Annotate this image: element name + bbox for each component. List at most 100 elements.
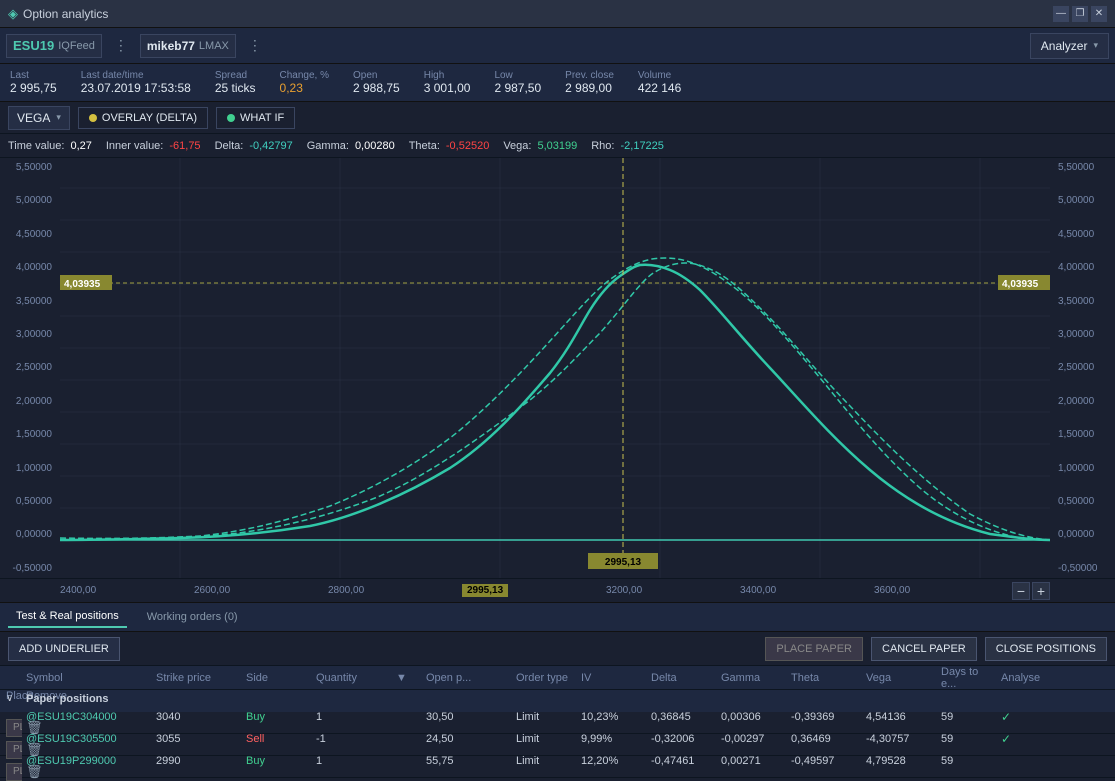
y-right-350: 3,50000 [1054,296,1115,307]
col-filter[interactable]: ▼ [392,672,422,684]
tab-test-real-positions[interactable]: Test & Real positions [8,606,127,628]
app-title: Option analytics [23,7,1053,21]
table-row: @ESU19C305500 3055 Sell -1 24,50 Limit 9… [0,734,1115,756]
account-menu-button[interactable]: ⋮ [244,35,266,56]
row1-theta: 0,36469 [787,733,862,745]
x-label-3200: 3200,00 [606,585,642,596]
low-quote: Low 2 987,50 [494,70,541,95]
broker-text: LMAX [199,40,229,52]
y-label-150: 1,50000 [0,429,56,440]
svg-text:4,03935: 4,03935 [64,279,101,290]
row0-theta: -0,39369 [787,711,862,723]
action-buttons-bar: ADD UNDERLIER PLACE PAPER CANCEL PAPER C… [0,632,1115,666]
trash-icon[interactable]: 🗑 [26,764,43,779]
row0-iv: 10,23% [577,711,647,723]
analyzer-label: Analyzer [1041,39,1088,53]
row1-strike: 3055 [152,733,242,745]
change-value: 0,23 [280,81,329,95]
datetime-value: 23.07.2019 17:53:58 [81,81,191,95]
col-gamma: Gamma [717,672,787,684]
chart-canvas[interactable]: 2995,13 4,03935 4,03935 [60,158,1050,578]
table-row: @ESU19P299000 2990 Buy 1 55,75 Limit 12,… [0,756,1115,778]
zoom-in-button[interactable]: + [1032,582,1050,600]
vega-selector[interactable]: VEGA ▾ [8,106,70,130]
y-right-450: 4,50000 [1054,229,1115,240]
y-label-050: 0,50000 [0,496,56,507]
table-header: Symbol Strike price Side Quantity ▼ Open… [0,666,1115,690]
top-bar: ESU19 IQFeed ⋮ mikeb77 LMAX ⋮ Analyzer ▾ [0,28,1115,64]
row0-vega: 4,54136 [862,711,937,723]
last-label: Last [10,70,57,81]
row1-iv: 9,99% [577,733,647,745]
row2-place[interactable]: PLACE [2,763,22,781]
y-right-000: 0,00000 [1054,529,1115,540]
datetime-quote: Last date/time 23.07.2019 17:53:58 [81,70,191,95]
row2-theta: -0,49597 [787,755,862,767]
row0-place-button[interactable]: PLACE [6,719,22,737]
row0-gamma: 0,00306 [717,711,787,723]
row2-remove[interactable]: 🗑 [22,764,152,780]
whatif-label: WHAT IF [240,112,284,124]
x-label-3400: 3400,00 [740,585,776,596]
account-text: mikeb77 [147,39,195,53]
col-qty: Quantity [312,672,392,684]
y-right-050: 0,50000 [1054,496,1115,507]
zoom-out-button[interactable]: − [1012,582,1030,600]
row1-side: Sell [242,733,312,745]
overlay-delta-toggle[interactable]: OVERLAY (DELTA) [78,107,208,129]
symbol-selector[interactable]: ESU19 IQFeed [6,34,102,58]
low-label: Low [494,70,541,81]
cancel-paper-button[interactable]: CANCEL PAPER [871,637,977,661]
close-positions-button[interactable]: CLOSE POSITIONS [985,637,1107,661]
symbol-menu-button[interactable]: ⋮ [110,35,132,56]
open-quote: Open 2 988,75 [353,70,400,95]
place-paper-button: PLACE PAPER [765,637,863,661]
row0-days: 59 [937,711,997,723]
checkmark-icon: ✓ [1001,710,1011,724]
row0-ordertype: Limit [512,711,577,723]
y-right-200: 2,00000 [1054,396,1115,407]
tab-working-orders[interactable]: Working orders (0) [139,607,246,627]
row2-days: 59 [937,755,997,767]
analyzer-selector[interactable]: Analyzer ▾ [1030,33,1109,59]
row1-place-button[interactable]: PLACE [6,741,22,759]
x-label-3600: 3600,00 [874,585,910,596]
y-right-300: 3,00000 [1054,329,1115,340]
row0-place[interactable]: PLACE [2,719,22,737]
timevalue-label: Time value: [8,140,64,152]
change-quote: Change, % 0,23 [280,70,329,95]
row1-days: 59 [937,733,997,745]
chart-svg: 2995,13 4,03935 4,03935 [60,158,1050,578]
y-label-400: 4,00000 [0,262,56,273]
add-underlier-button[interactable]: ADD UNDERLIER [8,637,120,661]
restore-button[interactable]: ❐ [1072,6,1088,22]
col-openp: Open p... [422,672,512,684]
y-right-550: 5,50000 [1054,162,1115,173]
open-label: Open [353,70,400,81]
whatif-dot-icon [227,114,235,122]
title-bar: ◈ Option analytics — ❐ ✕ [0,0,1115,28]
close-button[interactable]: ✕ [1091,6,1107,22]
y-label-n050: -0,50000 [0,563,56,574]
y-label-000: 0,00000 [0,529,56,540]
last-quote: Last 2 995,75 [10,70,57,95]
y-label-550: 5,50000 [0,162,56,173]
account-selector[interactable]: mikeb77 LMAX [140,34,236,58]
row0-qty: 1 [312,711,392,723]
row1-place[interactable]: PLACE [2,741,22,759]
minimize-button[interactable]: — [1053,6,1069,22]
x-label-2800: 2800,00 [328,585,364,596]
x-label-cursor: 2995,13 [462,584,508,597]
whatif-toggle[interactable]: WHAT IF [216,107,295,129]
positions-tabs-bar: Test & Real positions Working orders (0) [0,602,1115,632]
open-value: 2 988,75 [353,81,400,95]
row2-place-button[interactable]: PLACE [6,763,22,781]
overlay-label: OVERLAY (DELTA) [102,112,197,124]
row1-gamma: -0,00297 [717,733,787,745]
prevclose-label: Prev. close [565,70,614,81]
group-chevron[interactable]: ∨ [2,693,22,704]
x-label-2400: 2400,00 [60,585,96,596]
y-label-500: 5,00000 [0,195,56,206]
col-iv: IV [577,672,647,684]
group-row-paper-positions: ∨ Paper positions [0,690,1115,712]
